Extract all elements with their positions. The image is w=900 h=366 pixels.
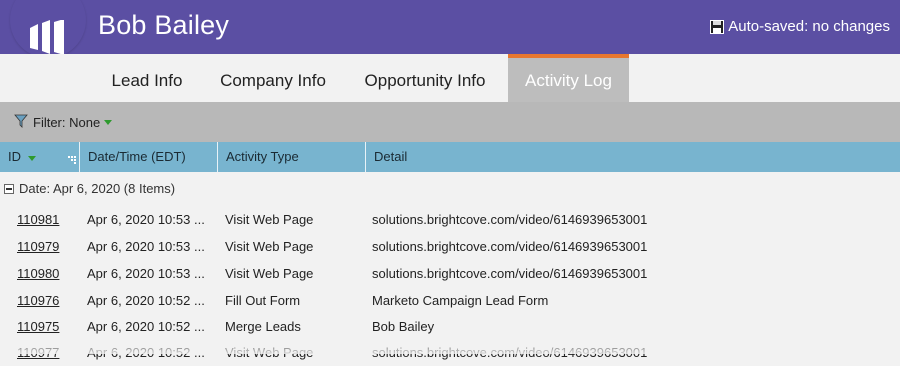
scroll-fade (0, 336, 900, 354)
group-row[interactable]: Date: Apr 6, 2020 (8 Items) (0, 177, 175, 201)
cell-detail: solutions.brightcove.com/video/614693965… (372, 239, 648, 254)
cell-activity-type: Visit Web Page (225, 266, 314, 281)
header-bar: Bob Bailey Auto-saved: no changes (0, 0, 900, 54)
activity-id-link[interactable]: 110981 (17, 206, 59, 233)
logo-bars-icon (30, 20, 64, 54)
autosave-status: Auto-saved: no changes (710, 18, 890, 35)
column-header-id[interactable]: ID (0, 142, 80, 172)
cell-detail: solutions.brightcove.com/video/614693965… (372, 212, 648, 227)
autosave-text: Auto-saved: no changes (728, 18, 890, 35)
tab-company-info[interactable]: Company Info (206, 54, 340, 102)
cell-activity-type: Visit Web Page (225, 239, 314, 254)
cell-detail: Marketo Campaign Lead Form (372, 293, 549, 308)
filter-label: Filter: None (33, 114, 101, 130)
activity-id-link[interactable]: 110980 (17, 260, 59, 287)
tab-opportunity-info[interactable]: Opportunity Info (350, 54, 500, 102)
cell-datetime: Apr 6, 2020 10:53 ... (87, 212, 205, 227)
filter-button[interactable]: Filter: None (14, 113, 113, 132)
activity-id-link[interactable]: 110979 (17, 233, 59, 260)
dropdown-arrow-icon (103, 115, 113, 130)
column-header-activity-type[interactable]: Activity Type (218, 142, 366, 172)
column-label-id: ID (8, 149, 21, 164)
cell-datetime: Apr 6, 2020 10:53 ... (87, 266, 205, 281)
tab-bar: Lead Info Company Info Opportunity Info … (0, 54, 900, 102)
column-header-detail[interactable]: Detail (366, 142, 900, 172)
table-row[interactable]: 110979 Apr 6, 2020 10:53 ... Visit Web P… (0, 233, 900, 260)
filter-toolbar: Filter: None (0, 102, 900, 142)
cell-activity-type: Visit Web Page (225, 212, 314, 227)
collapse-minus-icon[interactable] (4, 184, 14, 194)
table-row[interactable]: 110976 Apr 6, 2020 10:52 ... Fill Out Fo… (0, 287, 900, 314)
column-header-datetime[interactable]: Date/Time (EDT) (80, 142, 218, 172)
cell-activity-type: Fill Out Form (225, 293, 301, 308)
funnel-icon (14, 113, 30, 132)
floppy-disk-icon (710, 19, 725, 34)
cell-datetime: Apr 6, 2020 10:53 ... (87, 239, 205, 254)
column-menu-icon[interactable] (68, 145, 76, 175)
cell-detail: solutions.brightcove.com/video/614693965… (372, 266, 648, 281)
table-row[interactable]: 110981 Apr 6, 2020 10:53 ... Visit Web P… (0, 206, 900, 233)
grid-header: ID Date/Time (EDT) Activity Type Detail (0, 142, 900, 172)
tab-lead-info[interactable]: Lead Info (100, 54, 194, 102)
activity-id-link[interactable]: 110976 (17, 287, 59, 314)
cell-datetime: Apr 6, 2020 10:52 ... (87, 293, 205, 308)
lead-name-title: Bob Bailey (98, 10, 230, 40)
table-row[interactable]: 110980 Apr 6, 2020 10:53 ... Visit Web P… (0, 260, 900, 287)
sort-desc-icon (27, 143, 36, 173)
group-label: Date: Apr 6, 2020 (8 Items) (19, 181, 176, 196)
tab-activity-log[interactable]: Activity Log (508, 54, 629, 102)
